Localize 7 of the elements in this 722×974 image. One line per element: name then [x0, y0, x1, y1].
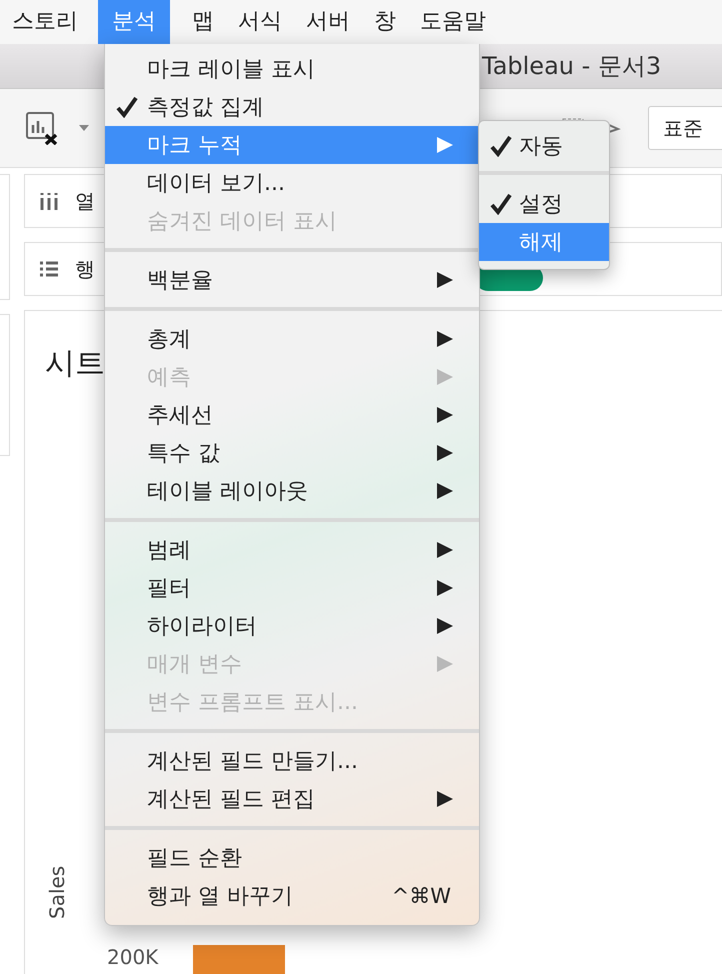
- sheet-title: 시트: [45, 345, 105, 383]
- axis-label: Sales: [45, 866, 69, 919]
- axis-tick: 200K: [107, 945, 158, 969]
- shortcut-text: ^⌘W: [392, 884, 451, 908]
- shelf-label: 열: [75, 188, 95, 214]
- window-title: Tableau - 문서3: [482, 51, 662, 82]
- shelf-label: 행: [75, 256, 95, 282]
